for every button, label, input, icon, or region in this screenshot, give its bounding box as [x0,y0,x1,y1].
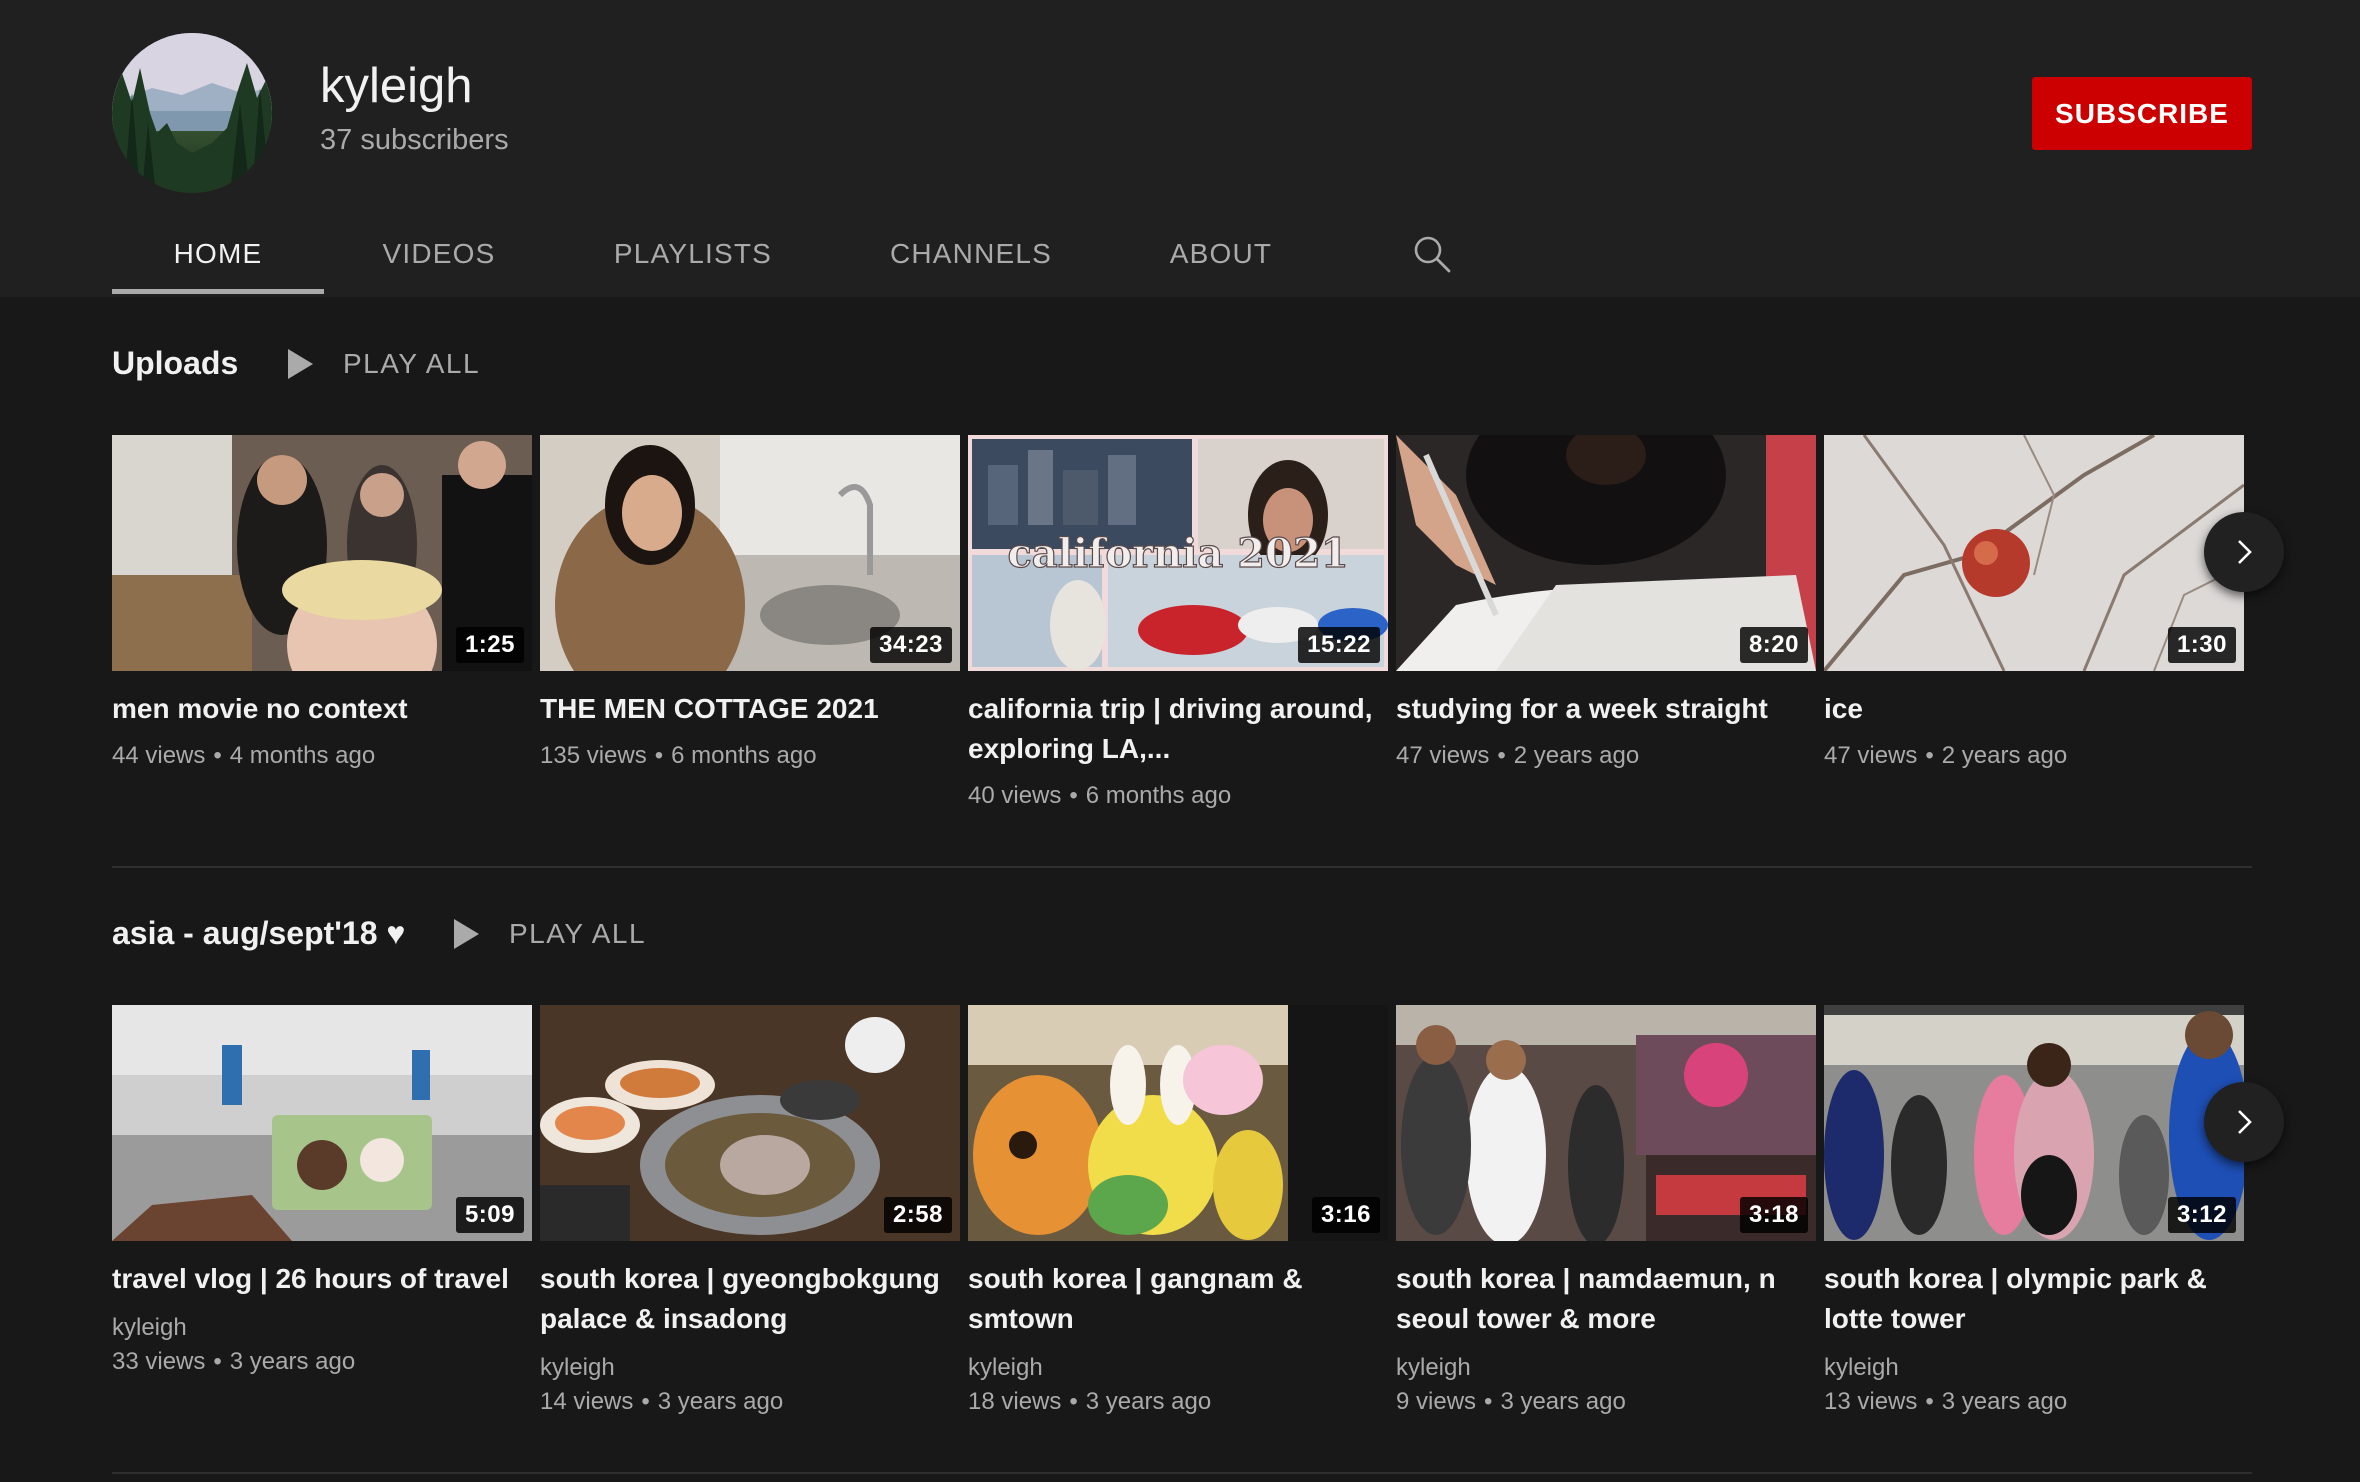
video-duration: 3:16 [1311,1197,1380,1233]
video-thumbnail[interactable]: 3:18 [1396,1005,1816,1241]
video-channel-name[interactable]: kyleigh [1824,1351,2244,1385]
video-card: 5:09 travel vlog | 26 hours of travel ky… [112,1005,532,1379]
video-channel-name[interactable]: kyleigh [540,1351,960,1385]
shelf-divider [112,866,2252,868]
video-card: 3:12 south korea | olympic park & lotte … [1824,1005,2244,1419]
uploads-row: 1:25 men movie no context 44 views • 4 mon… [112,435,2252,835]
video-duration: 1:30 [2167,627,2236,663]
video-meta: 47 views • 2 years ago [1396,742,1640,769]
video-thumbnail[interactable]: 3:12 [1824,1005,2244,1241]
tab-videos[interactable]: VIDEOS [324,210,554,297]
subscribe-button[interactable]: SUBSCRIBE [2032,77,2252,150]
shelf-divider [112,1472,2252,1474]
shelf-title-asia[interactable]: asia - aug/sept'18 ♥ [112,915,405,952]
video-title[interactable]: south korea | namdaemun, n seoul tower &… [1396,1259,1816,1339]
video-duration: 8:20 [1739,627,1808,663]
channel-search-button[interactable] [1402,210,1462,297]
video-meta: 18 views • 3 years ago [968,1388,1212,1415]
video-thumbnail[interactable]: 5:09 [112,1005,532,1241]
video-card: 2:58 south korea | gyeongbokgung palace … [540,1005,960,1419]
video-thumbnail[interactable]: 1:30 [1824,435,2244,671]
video-title[interactable]: south korea | gyeongbokgung palace & ins… [540,1259,960,1339]
video-title[interactable]: south korea | olympic park & lotte tower [1824,1259,2244,1339]
video-title[interactable]: travel vlog | 26 hours of travel [112,1259,532,1299]
video-card: 3:16 south korea | gangnam & smtown kyle… [968,1005,1388,1419]
video-meta: 33 views • 3 years ago [112,1348,356,1375]
tab-home[interactable]: HOME [112,210,324,297]
video-title[interactable]: south korea | gangnam & smtown [968,1259,1388,1339]
video-meta: 14 views • 3 years ago [540,1388,784,1415]
video-thumbnail[interactable]: 2:58 [540,1005,960,1241]
asia-next-button[interactable] [2204,1082,2284,1162]
video-channel-name[interactable]: kyleigh [112,1311,532,1345]
video-title[interactable]: THE MEN COTTAGE 2021 [540,689,960,729]
video-channel-name[interactable]: kyleigh [968,1351,1388,1385]
search-icon [1414,236,1451,272]
play-icon [288,349,313,379]
video-duration: 1:25 [455,627,524,663]
tab-channels[interactable]: CHANNELS [832,210,1110,297]
tab-about[interactable]: ABOUT [1110,210,1332,297]
svg-text:california 2021: california 2021 [1007,530,1348,577]
video-meta: 135 views • 6 months ago [540,742,817,769]
chevron-right-icon [2238,1110,2252,1134]
video-title[interactable]: men movie no context [112,689,532,729]
shelf-title-uploads[interactable]: Uploads [112,345,238,382]
channel-header: kyleigh 37 subscribers SUBSCRIBE HOME VI… [0,0,2360,297]
video-title[interactable]: california trip | driving around, explor… [968,689,1388,769]
video-thumbnail[interactable]: california 2021 15:22 [968,435,1388,671]
video-duration: 5:09 [455,1197,524,1233]
play-all-uploads-button[interactable]: PLAY ALL [288,348,480,380]
play-all-label: PLAY ALL [343,348,481,379]
video-thumbnail[interactable]: 8:20 [1396,435,1816,671]
channel-avatar[interactable] [112,33,272,193]
video-thumbnail[interactable]: 3:16 [968,1005,1388,1241]
play-all-label: PLAY ALL [509,918,647,949]
uploads-next-button[interactable] [2204,512,2284,592]
channel-name: kyleigh [320,59,473,113]
video-thumbnail[interactable]: 1:25 [112,435,532,671]
video-meta: 13 views • 3 years ago [1824,1388,2068,1415]
video-duration: 3:18 [1739,1197,1808,1233]
video-card: california 2021 15:22 california trip | … [968,435,1388,813]
chevron-right-icon [2238,540,2252,564]
asia-row: 5:09 travel vlog | 26 hours of travel ky… [112,1005,2252,1445]
video-meta: 47 views • 2 years ago [1824,742,2068,769]
video-card: 1:30 ice 47 views • 2 years ago [1824,435,2244,773]
video-card: 3:18 south korea | namdaemun, n seoul to… [1396,1005,1816,1419]
video-duration: 2:58 [883,1197,952,1233]
tab-playlists[interactable]: PLAYLISTS [554,210,832,297]
video-thumbnail[interactable]: 34:23 [540,435,960,671]
video-meta: 44 views • 4 months ago [112,742,376,769]
video-meta: 40 views • 6 months ago [968,782,1232,809]
avatar-landscape-image [112,33,272,193]
video-duration: 15:22 [1298,627,1380,663]
video-card: 1:25 men movie no context 44 views • 4 mon… [112,435,532,773]
video-card: 34:23 THE MEN COTTAGE 2021 135 views • 6 m… [540,435,960,773]
subscriber-count: 37 subscribers [320,124,509,156]
video-meta: 9 views • 3 years ago [1396,1388,1626,1415]
play-icon [454,919,479,949]
video-duration: 3:12 [2167,1197,2236,1233]
video-title[interactable]: ice [1824,689,2244,729]
play-all-asia-button[interactable]: PLAY ALL [454,918,646,950]
channel-tabs: HOME VIDEOS PLAYLISTS CHANNELS ABOUT [112,210,1462,297]
video-duration: 34:23 [870,627,952,663]
video-card: 8:20 studying for a week straight 47 vie… [1396,435,1816,773]
video-channel-name[interactable]: kyleigh [1396,1351,1816,1385]
video-title[interactable]: studying for a week straight [1396,689,1816,729]
